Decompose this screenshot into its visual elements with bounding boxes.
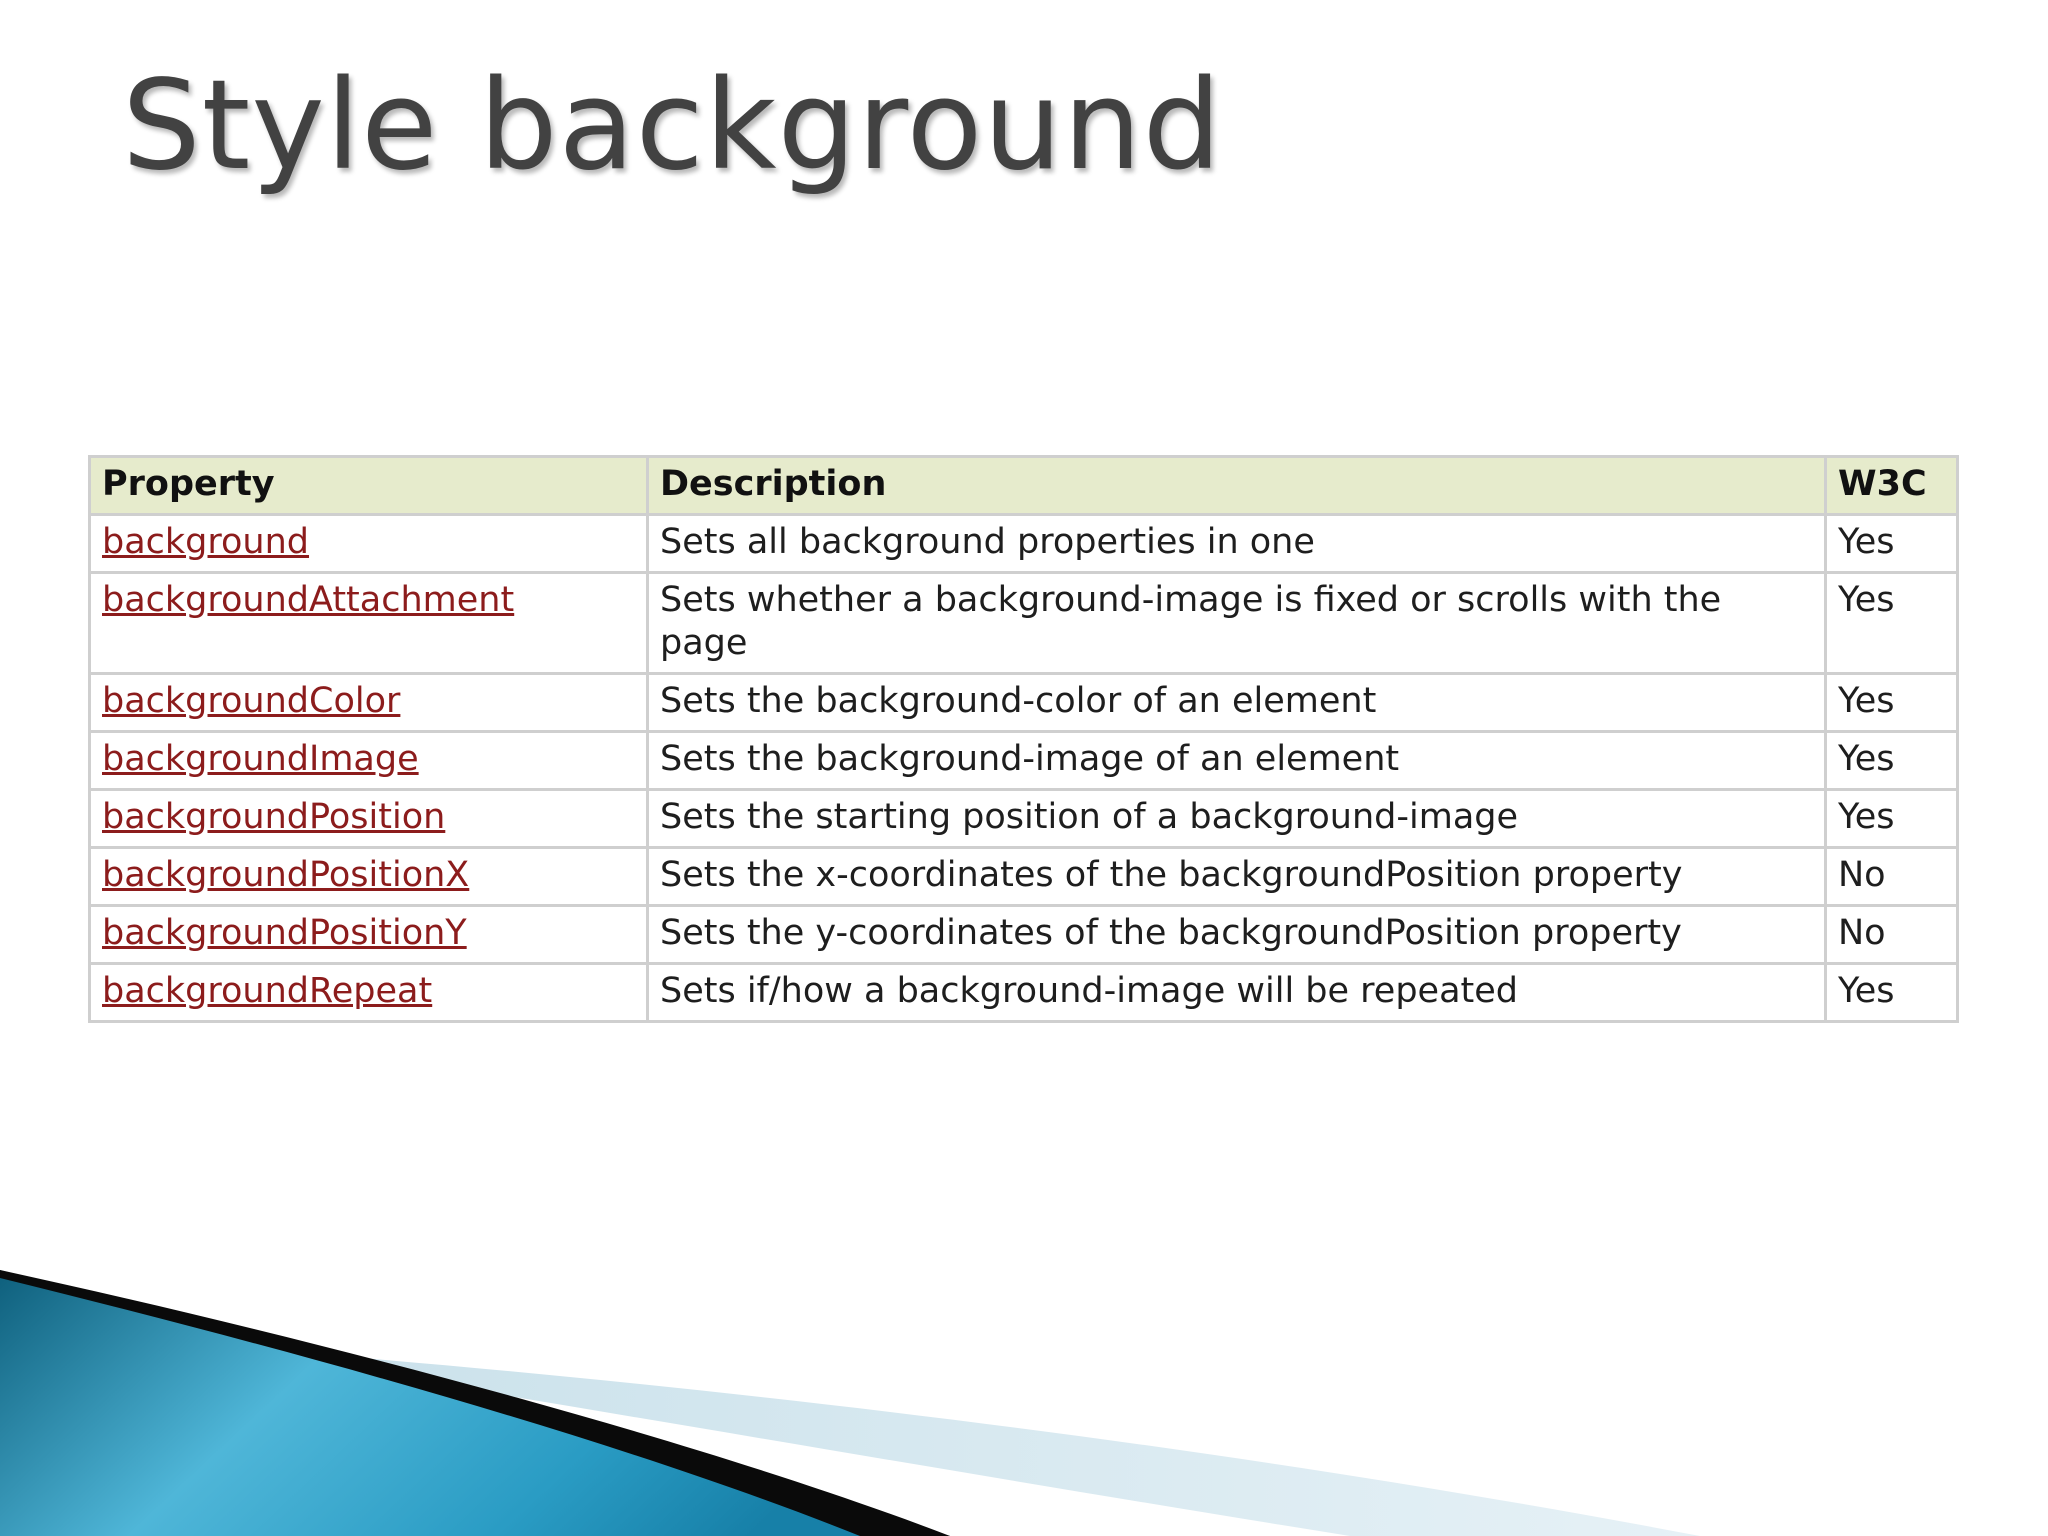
property-link-background-repeat[interactable]: backgroundRepeat — [102, 971, 432, 1011]
w3c-cell: No — [1824, 846, 1959, 907]
w3c-cell: Yes — [1824, 513, 1959, 574]
property-cell: backgroundAttachment — [88, 571, 649, 675]
description-cell: Sets the starting position of a backgrou… — [646, 788, 1827, 849]
description-cell: Sets the background-color of an element — [646, 672, 1827, 733]
property-cell: background — [88, 513, 649, 574]
table-row: backgroundColor Sets the background-colo… — [88, 672, 1959, 733]
w3c-cell: Yes — [1824, 962, 1959, 1023]
property-link-background-position-y[interactable]: backgroundPositionY — [102, 913, 467, 953]
description-cell: Sets whether a background-image is fixed… — [646, 571, 1827, 675]
property-cell: backgroundColor — [88, 672, 649, 733]
w3c-cell: Yes — [1824, 672, 1959, 733]
table-row: backgroundRepeat Sets if/how a backgroun… — [88, 962, 1959, 1023]
property-cell: backgroundPosition — [88, 788, 649, 849]
w3c-cell: No — [1824, 904, 1959, 965]
table-row: background Sets all background propertie… — [88, 513, 1959, 574]
header-property: Property — [88, 455, 649, 516]
table-row: backgroundPositionX Sets the x-coordinat… — [88, 846, 1959, 907]
table-header-row: Property Description W3C — [88, 455, 1959, 516]
header-description: Description — [646, 455, 1827, 516]
property-cell: backgroundPositionY — [88, 904, 649, 965]
w3c-cell: Yes — [1824, 788, 1959, 849]
property-link-background-position[interactable]: backgroundPosition — [102, 797, 445, 837]
property-link-background-color[interactable]: backgroundColor — [102, 681, 400, 721]
w3c-cell: Yes — [1824, 730, 1959, 791]
slide-title: Style background — [122, 54, 1223, 198]
property-link-background[interactable]: background — [102, 522, 309, 562]
property-cell: backgroundPositionX — [88, 846, 649, 907]
table-row: backgroundPosition Sets the starting pos… — [88, 788, 1959, 849]
property-link-background-attachment[interactable]: backgroundAttachment — [102, 580, 514, 620]
w3c-cell: Yes — [1824, 571, 1959, 675]
property-link-background-position-x[interactable]: backgroundPositionX — [102, 855, 469, 895]
property-link-background-image[interactable]: backgroundImage — [102, 739, 419, 779]
header-w3c: W3C — [1824, 455, 1959, 516]
description-cell: Sets the y-coordinates of the background… — [646, 904, 1827, 965]
property-cell: backgroundImage — [88, 730, 649, 791]
description-cell: Sets if/how a background-image will be r… — [646, 962, 1827, 1023]
table-row: backgroundPositionY Sets the y-coordinat… — [88, 904, 1959, 965]
description-cell: Sets all background properties in one — [646, 513, 1827, 574]
description-cell: Sets the x-coordinates of the background… — [646, 846, 1827, 907]
table-row: backgroundImage Sets the background-imag… — [88, 730, 1959, 791]
property-cell: backgroundRepeat — [88, 962, 649, 1023]
table-row: backgroundAttachment Sets whether a back… — [88, 571, 1959, 675]
property-table: Property Description W3C background Sets… — [88, 455, 1959, 1023]
decorative-swoosh — [0, 1270, 1700, 1536]
description-cell: Sets the background-image of an element — [646, 730, 1827, 791]
